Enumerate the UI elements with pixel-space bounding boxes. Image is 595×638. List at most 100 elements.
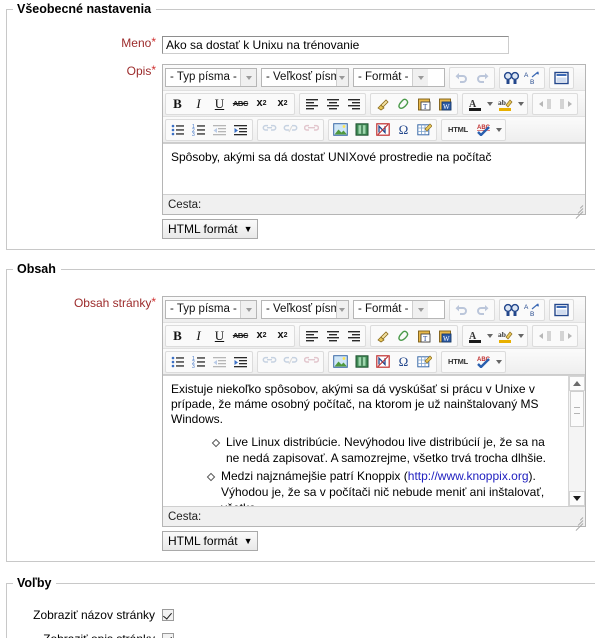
- content-align-right-icon[interactable]: [343, 326, 364, 346]
- content-cleanup-icon[interactable]: [372, 326, 393, 346]
- content-spellcheck-dropdown-icon[interactable]: [494, 352, 504, 372]
- numbered-list-icon[interactable]: 123: [188, 120, 209, 140]
- content-anchor-icon[interactable]: [301, 352, 322, 372]
- remove-format-icon[interactable]: [393, 94, 414, 114]
- content-paragraph-format-chevron-down-icon[interactable]: [412, 301, 429, 318]
- content-ltr-direction-icon[interactable]: [534, 326, 555, 346]
- paragraph-format-chevron-down-icon[interactable]: [412, 69, 429, 86]
- content-underline-icon[interactable]: U: [209, 326, 230, 346]
- content-font-size-select[interactable]: - Veľkosť písma -: [261, 300, 349, 319]
- content-paste-text-icon[interactable]: T: [414, 326, 435, 346]
- font-size-chevron-down-icon[interactable]: [335, 69, 348, 86]
- content-vertical-scrollbar[interactable]: [568, 376, 585, 506]
- align-left-icon[interactable]: [301, 94, 322, 114]
- content-italic-icon[interactable]: I: [188, 326, 209, 346]
- content-superscript-icon[interactable]: x2: [272, 326, 293, 346]
- align-right-icon[interactable]: [343, 94, 364, 114]
- content-spellcheck-icon[interactable]: ABC: [473, 352, 494, 372]
- strikethrough-icon[interactable]: ABC: [230, 94, 251, 114]
- name-input[interactable]: [162, 36, 509, 54]
- content-edit-area[interactable]: Existuje niekoľko spôsobov, akými sa dá …: [163, 375, 585, 506]
- italic-icon[interactable]: I: [188, 94, 209, 114]
- content-indent-icon[interactable]: [230, 352, 251, 372]
- show-page-description-checkbox[interactable]: [162, 633, 174, 638]
- content-paragraph-format-select[interactable]: - Formát -: [353, 300, 445, 319]
- content-insert-media-icon[interactable]: [351, 352, 372, 372]
- content-special-char-icon[interactable]: Ω: [393, 352, 414, 372]
- content-scrollbar-track[interactable]: [569, 391, 585, 491]
- text-color-icon[interactable]: A: [464, 94, 485, 114]
- underline-icon[interactable]: U: [209, 94, 230, 114]
- ltr-direction-icon[interactable]: [534, 94, 555, 114]
- show-page-title-checkbox[interactable]: [162, 609, 174, 621]
- content-strikethrough-icon[interactable]: ABC: [230, 326, 251, 346]
- content-redo-icon[interactable]: [472, 300, 493, 320]
- rtl-direction-icon[interactable]: [555, 94, 576, 114]
- fullscreen-icon[interactable]: [551, 68, 572, 88]
- content-outdent-icon[interactable]: [209, 352, 230, 372]
- content-font-size-chevron-down-icon[interactable]: [335, 301, 348, 318]
- content-undo-icon[interactable]: [451, 300, 472, 320]
- redo-icon[interactable]: [472, 68, 493, 88]
- content-insert-link-icon[interactable]: [259, 352, 280, 372]
- bullet-list-icon[interactable]: [167, 120, 188, 140]
- description-format-select[interactable]: HTML formát ▼: [162, 219, 259, 239]
- bold-icon[interactable]: B: [167, 94, 188, 114]
- description-editable-content[interactable]: Spôsoby, akými sa dá dostať UNIXové pros…: [163, 144, 585, 194]
- description-resize-handle[interactable]: [572, 202, 584, 219]
- content-bold-icon[interactable]: B: [167, 326, 188, 346]
- content-rtl-direction-icon[interactable]: [555, 326, 576, 346]
- background-color-icon[interactable]: ab: [495, 94, 516, 114]
- text-color-dropdown-icon[interactable]: [485, 94, 495, 114]
- background-color-dropdown-icon[interactable]: [516, 94, 526, 114]
- content-resize-handle[interactable]: [572, 514, 584, 531]
- content-html-source-icon[interactable]: HTML: [443, 352, 473, 372]
- font-family-chevron-down-icon[interactable]: [240, 69, 256, 86]
- content-paste-word-icon[interactable]: W: [435, 326, 456, 346]
- content-insert-nonbreaking-icon[interactable]: [372, 352, 393, 372]
- content-font-family-chevron-down-icon[interactable]: [240, 301, 256, 318]
- search-icon[interactable]: [501, 68, 522, 88]
- paragraph-format-select[interactable]: - Formát -: [353, 68, 445, 87]
- paste-word-icon[interactable]: W: [435, 94, 456, 114]
- spellcheck-dropdown-icon[interactable]: [494, 120, 504, 140]
- scroll-up-arrow-icon[interactable]: [569, 376, 585, 391]
- content-scrollbar-thumb[interactable]: [570, 391, 584, 427]
- content-search-icon[interactable]: [501, 300, 522, 320]
- font-size-select[interactable]: - Veľkosť písma -: [261, 68, 349, 87]
- content-insert-image-icon[interactable]: [330, 352, 351, 372]
- outdent-icon[interactable]: [209, 120, 230, 140]
- spellcheck-icon[interactable]: ABC: [473, 120, 494, 140]
- description-edit-area[interactable]: Spôsoby, akými sa dá dostať UNIXové pros…: [163, 143, 585, 194]
- content-format-select[interactable]: HTML formát ▼: [162, 531, 259, 551]
- content-remove-format-icon[interactable]: [393, 326, 414, 346]
- align-center-icon[interactable]: [322, 94, 343, 114]
- content-align-left-icon[interactable]: [301, 326, 322, 346]
- scroll-down-arrow-icon[interactable]: [569, 491, 585, 506]
- paste-text-icon[interactable]: T: [414, 94, 435, 114]
- insert-media-icon[interactable]: [351, 120, 372, 140]
- undo-icon[interactable]: [451, 68, 472, 88]
- content-bullet-list-icon[interactable]: [167, 352, 188, 372]
- content-numbered-list-icon[interactable]: 123: [188, 352, 209, 372]
- search-replace-icon[interactable]: A B: [522, 68, 543, 88]
- content-unlink-icon[interactable]: [280, 352, 301, 372]
- content-search-replace-icon[interactable]: A B: [522, 300, 543, 320]
- subscript-icon[interactable]: x2: [251, 94, 272, 114]
- insert-table-icon[interactable]: [414, 120, 435, 140]
- content-subscript-icon[interactable]: x2: [251, 326, 272, 346]
- content-text-color-dropdown-icon[interactable]: [485, 326, 495, 346]
- insert-nonbreaking-icon[interactable]: [372, 120, 393, 140]
- font-family-select[interactable]: - Typ písma -: [165, 68, 257, 87]
- content-editable-content[interactable]: Existuje niekoľko spôsobov, akými sa dá …: [163, 376, 568, 506]
- cleanup-icon[interactable]: [372, 94, 393, 114]
- anchor-icon[interactable]: [301, 120, 322, 140]
- content-align-center-icon[interactable]: [322, 326, 343, 346]
- content-background-color-icon[interactable]: ab: [495, 326, 516, 346]
- unlink-icon[interactable]: [280, 120, 301, 140]
- html-source-icon[interactable]: HTML: [443, 120, 473, 140]
- content-text-color-icon[interactable]: A: [464, 326, 485, 346]
- indent-icon[interactable]: [230, 120, 251, 140]
- insert-link-icon[interactable]: [259, 120, 280, 140]
- superscript-icon[interactable]: x2: [272, 94, 293, 114]
